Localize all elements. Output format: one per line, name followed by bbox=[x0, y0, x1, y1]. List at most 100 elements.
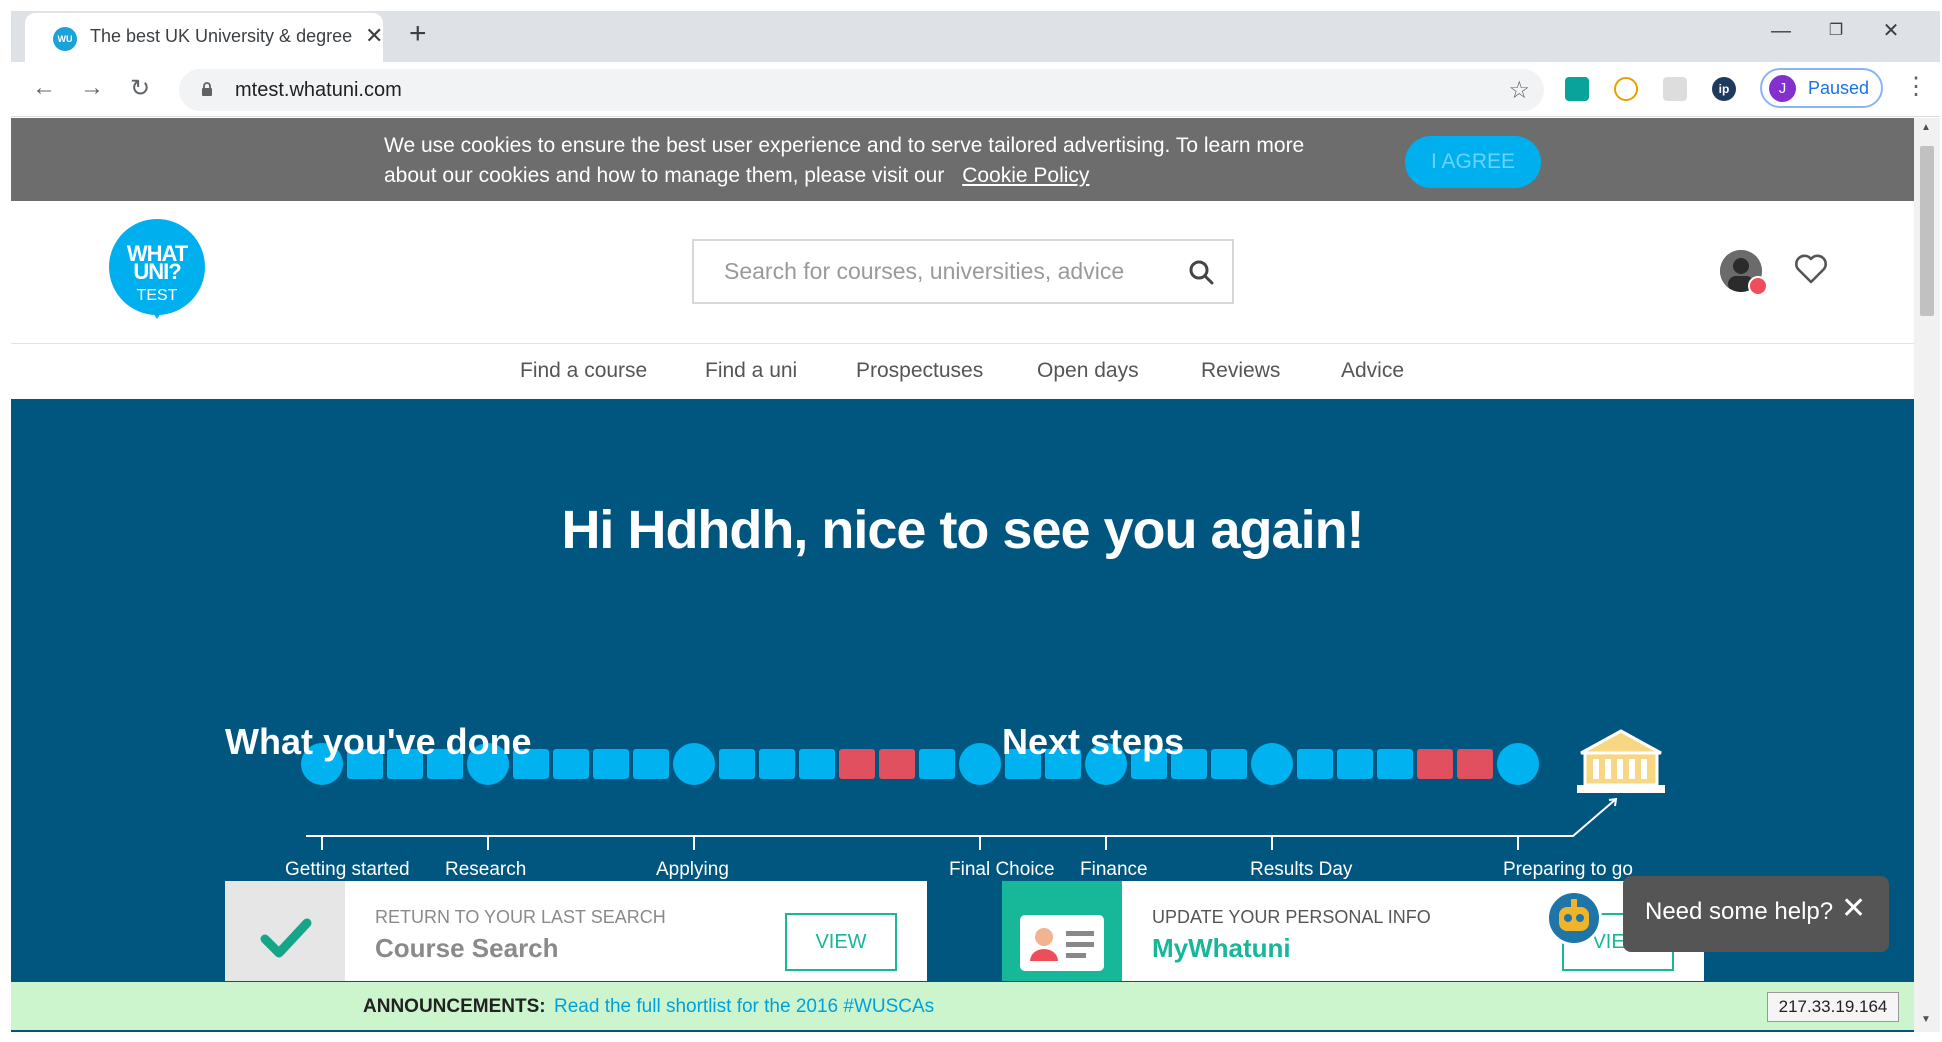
window-close-icon[interactable]: ✕ bbox=[1864, 11, 1918, 51]
stage-final-choice: Final Choice bbox=[949, 859, 1055, 880]
stage-getting-started: Getting started bbox=[285, 859, 410, 880]
browser-toolbar: ← → ↻ mtest.whatuni.com ☆ ip J Paused ⋮ bbox=[11, 62, 1940, 117]
url-text: mtest.whatuni.com bbox=[235, 79, 402, 101]
done-view-button[interactable]: VIEW bbox=[785, 913, 897, 971]
help-text: Need some help? bbox=[1645, 898, 1834, 925]
forward-icon[interactable]: → bbox=[77, 74, 107, 102]
announcement-label: ANNOUNCEMENTS: bbox=[363, 996, 546, 1017]
profile-status: Paused bbox=[1808, 78, 1870, 98]
nav-reviews[interactable]: Reviews bbox=[1201, 359, 1280, 383]
nav-advice[interactable]: Advice bbox=[1341, 359, 1404, 383]
timeline-milestone[interactable] bbox=[1497, 743, 1539, 785]
cookie-message: We use cookies to ensure the best user e… bbox=[384, 131, 1344, 191]
timeline-step[interactable] bbox=[799, 749, 835, 779]
profile-avatar: J bbox=[1769, 75, 1796, 102]
page-viewport: We use cookies to ensure the best user e… bbox=[11, 118, 1914, 1032]
nav-find-a-course[interactable]: Find a course bbox=[520, 359, 647, 383]
site-search bbox=[692, 239, 1234, 304]
tab-close-icon[interactable]: ✕ bbox=[365, 23, 383, 49]
help-close-icon[interactable]: ✕ bbox=[1841, 894, 1866, 924]
minimize-icon[interactable]: — bbox=[1754, 11, 1808, 51]
timeline-step[interactable] bbox=[1377, 749, 1413, 779]
done-card-caption: RETURN TO YOUR LAST SEARCH bbox=[375, 907, 666, 927]
notification-dot bbox=[1748, 276, 1768, 296]
announcement-bar: ANNOUNCEMENTS: Read the full shortlist f… bbox=[11, 982, 1914, 1030]
heart-icon[interactable] bbox=[1794, 253, 1828, 285]
robot-icon bbox=[1559, 899, 1589, 931]
nav-find-a-uni[interactable]: Find a uni bbox=[705, 359, 797, 383]
address-bar[interactable]: mtest.whatuni.com ☆ bbox=[179, 69, 1544, 111]
extension-compass-icon[interactable] bbox=[1614, 77, 1638, 101]
done-card-side bbox=[225, 881, 345, 981]
scroll-thumb[interactable] bbox=[1920, 146, 1934, 316]
announcement-link[interactable]: Read the full shortlist for the 2016 #WU… bbox=[554, 996, 934, 1018]
cookie-policy-link[interactable]: Cookie Policy bbox=[962, 164, 1089, 187]
new-tab-icon[interactable]: + bbox=[409, 19, 427, 49]
done-card-name: Course Search bbox=[375, 933, 559, 963]
browser-window: WU The best UK University & degree ✕ + —… bbox=[0, 0, 1942, 1042]
extension-eraser-icon[interactable] bbox=[1663, 77, 1687, 101]
stage-preparing-to-go: Preparing to go bbox=[1503, 859, 1633, 880]
timeline-step[interactable] bbox=[1211, 749, 1247, 779]
nav-open-days[interactable]: Open days bbox=[1037, 359, 1139, 383]
timeline-milestone[interactable] bbox=[673, 743, 715, 785]
next-steps-title: Next steps bbox=[1002, 721, 1185, 762]
restore-icon[interactable]: ❐ bbox=[1809, 11, 1863, 51]
tab-title: The best UK University & degree bbox=[90, 26, 353, 46]
next-card-caption: UPDATE YOUR PERSONAL INFO bbox=[1152, 907, 1431, 927]
tab-strip: WU The best UK University & degree ✕ + —… bbox=[11, 11, 1940, 62]
ip-address-badge: 217.33.19.164 bbox=[1767, 992, 1899, 1022]
whatuni-logo[interactable]: WHAT UNI? TEST bbox=[109, 219, 205, 319]
logo-text: WHAT UNI? bbox=[126, 241, 188, 284]
timeline-step[interactable] bbox=[759, 749, 795, 779]
cookie-banner: We use cookies to ensure the best user e… bbox=[11, 118, 1914, 201]
profile-button[interactable]: J Paused bbox=[1760, 68, 1883, 108]
site-header: WHAT UNI? TEST bbox=[11, 201, 1914, 344]
stage-finance: Finance bbox=[1080, 859, 1148, 880]
page-scrollbar[interactable]: ▲ ▼ bbox=[1914, 118, 1940, 1032]
scroll-down-icon[interactable]: ▼ bbox=[1921, 1014, 1931, 1025]
whatuni-favicon-icon: WU bbox=[53, 27, 77, 51]
timeline-step-incomplete[interactable] bbox=[879, 749, 915, 779]
browser-tab[interactable]: WU The best UK University & degree ✕ bbox=[25, 13, 383, 62]
timeline-milestone[interactable] bbox=[959, 743, 1001, 785]
timeline-step[interactable] bbox=[1337, 749, 1373, 779]
timeline-step-incomplete[interactable] bbox=[1457, 749, 1493, 779]
timeline-step-incomplete[interactable] bbox=[839, 749, 875, 779]
extension-ip-icon[interactable]: ip bbox=[1712, 77, 1736, 101]
timeline-step[interactable] bbox=[593, 749, 629, 779]
help-bot-avatar[interactable] bbox=[1546, 890, 1602, 946]
cookie-agree-button[interactable]: I AGREE bbox=[1405, 136, 1541, 188]
menu-kebab-icon[interactable]: ⋮ bbox=[1904, 72, 1928, 101]
stage-results-day: Results Day bbox=[1250, 859, 1353, 880]
bookmark-star-icon[interactable]: ☆ bbox=[1508, 76, 1530, 105]
university-building-icon bbox=[1577, 729, 1665, 793]
timeline-step[interactable] bbox=[1297, 749, 1333, 779]
timeline-step[interactable] bbox=[919, 749, 955, 779]
timeline-step[interactable] bbox=[553, 749, 589, 779]
timeline-step[interactable] bbox=[719, 749, 755, 779]
profile-card-icon bbox=[1020, 915, 1104, 971]
stage-applying: Applying bbox=[656, 859, 729, 880]
timeline-milestone[interactable] bbox=[1251, 743, 1293, 785]
lock-icon bbox=[202, 82, 212, 96]
search-icon[interactable] bbox=[1188, 259, 1214, 285]
extension-grid-icon[interactable] bbox=[1565, 77, 1589, 101]
timeline-ticks bbox=[321, 836, 1519, 850]
logo-subtext: TEST bbox=[136, 287, 178, 304]
checkmark-icon bbox=[260, 918, 312, 958]
done-card: RETURN TO YOUR LAST SEARCH Course Search… bbox=[225, 881, 927, 981]
timeline-step[interactable] bbox=[633, 749, 669, 779]
scroll-up-icon[interactable]: ▲ bbox=[1921, 122, 1931, 133]
nav-prospectuses[interactable]: Prospectuses bbox=[856, 359, 983, 383]
stage-research: Research bbox=[445, 859, 527, 880]
back-icon[interactable]: ← bbox=[29, 74, 59, 102]
search-input[interactable] bbox=[694, 241, 1154, 302]
cookie-message-text: We use cookies to ensure the best user e… bbox=[384, 134, 1305, 187]
what-youve-done-title: What you've done bbox=[225, 721, 532, 762]
help-popup[interactable]: Need some help? ✕ bbox=[1623, 876, 1889, 952]
timeline-step-incomplete[interactable] bbox=[1417, 749, 1453, 779]
next-card-side bbox=[1002, 881, 1122, 981]
reload-icon[interactable]: ↻ bbox=[125, 74, 155, 103]
next-card-name: MyWhatuni bbox=[1152, 933, 1291, 963]
